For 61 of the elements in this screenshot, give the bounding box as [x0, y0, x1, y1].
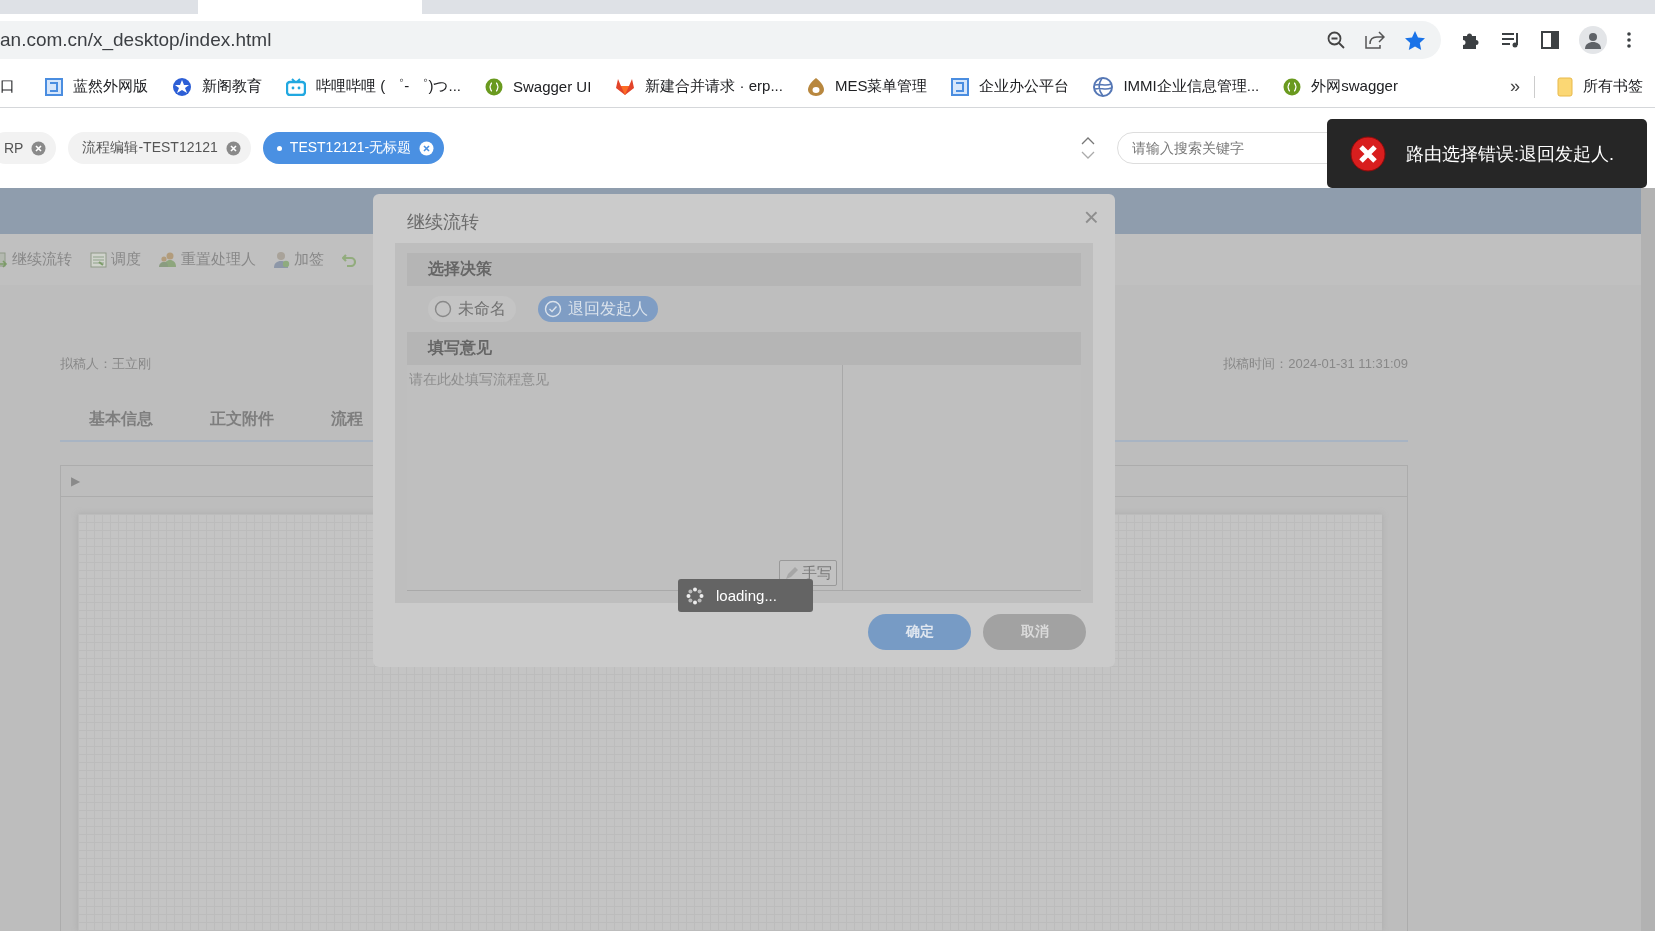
bookmark-folder[interactable]: 所有书签	[1545, 76, 1655, 97]
radio-circle-icon	[434, 300, 452, 318]
side-panel-icon[interactable]	[1541, 31, 1559, 49]
tv-icon	[286, 77, 306, 96]
return-arrow-icon	[342, 252, 356, 267]
document-tab[interactable]: 基本信息	[60, 409, 181, 440]
error-icon	[1350, 135, 1386, 172]
decision-option[interactable]: 退回发起人	[538, 296, 658, 322]
url-text: an.com.cn/x_desktop/index.html	[0, 29, 273, 51]
document-tab[interactable]: 正文附件	[181, 409, 302, 440]
zoom-out-icon[interactable]	[1327, 31, 1345, 49]
fox-icon	[615, 77, 636, 96]
star-badge-icon	[172, 76, 192, 97]
close-icon[interactable]	[31, 140, 47, 156]
bookmark-item[interactable]: 企业办公平台	[939, 77, 1082, 96]
bookmark-item[interactable]: 哔哩哔哩 ( ゜- ゜)つ...	[274, 77, 473, 96]
share-icon[interactable]	[1365, 31, 1385, 49]
braces-circle-icon	[1283, 77, 1302, 96]
document-tab[interactable]: 流程	[302, 409, 391, 440]
cancel-button[interactable]: 取消	[983, 614, 1086, 650]
dialog-title: 继续流转	[407, 211, 479, 234]
bookmark-item[interactable]: 蓝然外网版	[33, 77, 160, 96]
bookmark-item[interactable]: Swagger UI	[473, 77, 604, 96]
sheet-icon	[90, 251, 107, 268]
person-icon	[274, 251, 290, 268]
check-circle-icon	[544, 300, 562, 318]
media-list-icon[interactable]	[1501, 32, 1521, 48]
app-tab[interactable]: TEST12121-无标题	[262, 132, 445, 164]
people-icon	[159, 251, 177, 268]
bookmark-item[interactable]: 外网swagger	[1271, 77, 1410, 96]
section-heading: 选择决策	[407, 253, 1081, 286]
bookmark-item[interactable]: MES菜单管理	[794, 76, 940, 97]
close-icon[interactable]	[419, 140, 435, 156]
bookmark-item[interactable]: 口	[0, 77, 33, 96]
bookmark-item[interactable]: IMMI企业信息管理...	[1081, 76, 1272, 97]
kebab-menu-icon[interactable]	[1627, 32, 1631, 48]
more-bookmarks-button[interactable]: »	[1496, 76, 1534, 97]
spinner-icon	[686, 586, 704, 605]
expand-toggle[interactable]: ▶	[71, 474, 81, 488]
chevron-up-icon[interactable]	[1081, 137, 1095, 145]
toolbar-button[interactable]: 继续流转	[0, 250, 72, 269]
scrollbar[interactable]	[1641, 188, 1655, 931]
bookmark-item[interactable]: 新阁教育	[160, 76, 274, 97]
profile-avatar[interactable]	[1579, 26, 1607, 54]
ring-icon	[806, 76, 825, 97]
bookmark-square-icon	[951, 77, 970, 96]
confirm-button[interactable]: 确定	[868, 614, 971, 650]
address-bar[interactable]: an.com.cn/x_desktop/index.html	[0, 21, 1441, 59]
app-tab[interactable]: RP	[0, 132, 57, 164]
folder-icon	[1557, 76, 1573, 97]
bookmark-item[interactable]: 新建合并请求 · erp...	[603, 77, 795, 96]
chevron-down-icon[interactable]	[1081, 151, 1095, 159]
globe-icon	[1093, 76, 1114, 97]
section-heading: 填写意见	[407, 332, 1081, 365]
close-icon[interactable]	[225, 140, 241, 156]
bookmark-star-icon[interactable]	[1405, 30, 1425, 50]
bookmark-square-icon	[45, 77, 63, 96]
braces-circle-icon	[485, 77, 503, 96]
close-button[interactable]: ×	[1083, 202, 1099, 233]
app-tab[interactable]: 流程编辑-TEST12121	[68, 132, 251, 164]
decision-option[interactable]: 未命名	[428, 296, 516, 322]
